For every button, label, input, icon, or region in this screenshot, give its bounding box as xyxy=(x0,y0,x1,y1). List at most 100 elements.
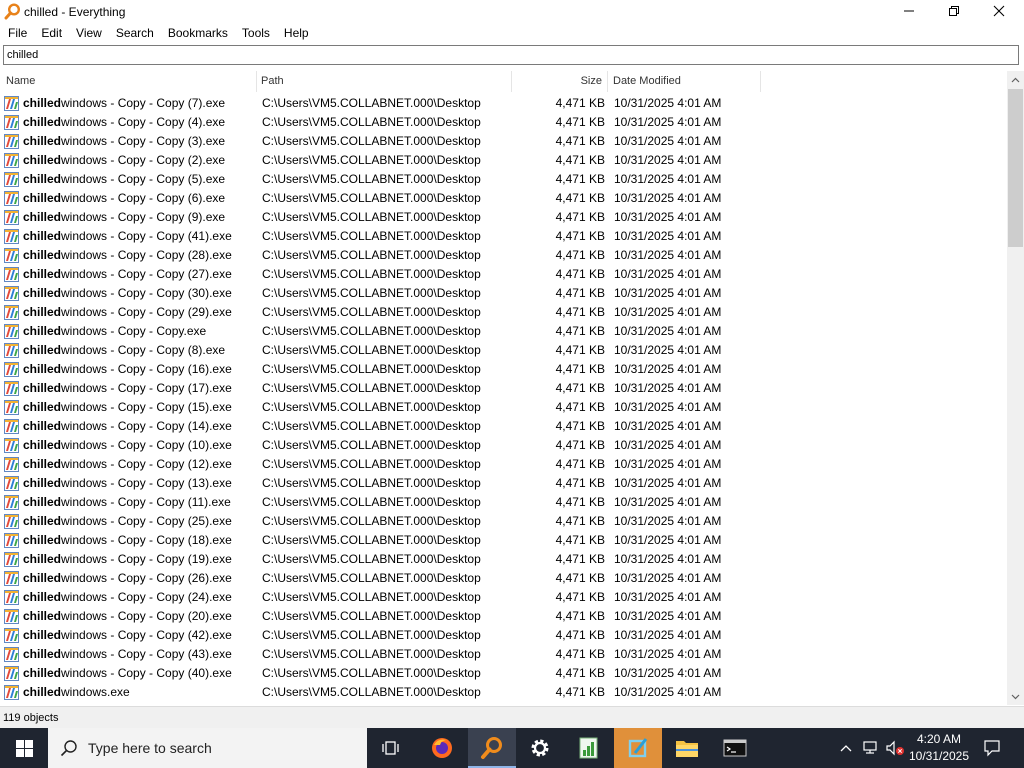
column-divider[interactable] xyxy=(256,71,257,92)
table-row[interactable]: chilledwindows - Copy - Copy (5).exe C:\U… xyxy=(0,170,1007,189)
file-name-rest: windows - Copy - Copy (24).exe xyxy=(61,590,232,604)
task-view-button[interactable] xyxy=(368,728,416,768)
column-path-header[interactable]: Path xyxy=(261,71,284,92)
file-name: chilledwindows - Copy - Copy (16).exe xyxy=(23,360,232,379)
table-row[interactable]: chilledwindows - Copy - Copy (24).exe C:\… xyxy=(0,588,1007,607)
taskbar-file-explorer[interactable] xyxy=(663,728,711,768)
scroll-thumb[interactable] xyxy=(1008,89,1023,247)
file-name-rest: windows - Copy - Copy (8).exe xyxy=(61,343,226,357)
file-name: chilledwindows - Copy - Copy (3).exe xyxy=(23,132,225,151)
table-row[interactable]: chilledwindows - Copy - Copy (9).exe C:\U… xyxy=(0,208,1007,227)
menu-bookmarks[interactable]: Bookmarks xyxy=(161,24,235,42)
vertical-scrollbar[interactable] xyxy=(1007,71,1024,705)
taskbar-command-prompt[interactable] xyxy=(711,728,759,768)
exe-file-icon xyxy=(4,666,19,681)
file-name: chilledwindows.exe xyxy=(23,683,130,702)
menu-file[interactable]: File xyxy=(0,24,34,42)
table-row[interactable]: chilledwindows - Copy - Copy (20).exe C:\… xyxy=(0,607,1007,626)
table-row[interactable]: chilledwindows - Copy - Copy (3).exe C:\U… xyxy=(0,132,1007,151)
table-row[interactable]: chilledwindows - Copy - Copy (28).exe C:\… xyxy=(0,246,1007,265)
volume-muted-icon xyxy=(886,740,904,756)
start-button[interactable] xyxy=(0,728,48,768)
action-center-button[interactable] xyxy=(978,728,1006,768)
column-divider[interactable] xyxy=(511,71,512,92)
volume-tray[interactable] xyxy=(884,728,906,768)
table-row[interactable]: chilledwindows - Copy - Copy (4).exe C:\U… xyxy=(0,113,1007,132)
table-row[interactable]: chilledwindows - Copy - Copy (26).exe C:\… xyxy=(0,569,1007,588)
everything-app-icon xyxy=(4,3,21,20)
table-row[interactable]: chilledwindows - Copy - Copy (12).exe C:\… xyxy=(0,455,1007,474)
column-divider[interactable] xyxy=(760,71,761,92)
taskbar-firefox[interactable] xyxy=(418,728,466,768)
taskbar-search-box[interactable]: Type here to search xyxy=(48,728,367,768)
table-row[interactable]: chilledwindows - Copy - Copy (11).exe C:\… xyxy=(0,493,1007,512)
taskbar-clock[interactable]: 4:20 AM 10/31/2025 xyxy=(904,731,974,765)
table-row[interactable]: chilledwindows - Copy - Copy (19).exe C:\… xyxy=(0,550,1007,569)
table-row[interactable]: chilledwindows.exe C:\Users\VM5.COLLABNET… xyxy=(0,683,1007,702)
file-size: 4,471 KB xyxy=(555,343,605,357)
file-name-match: chilled xyxy=(23,210,62,224)
exe-file-icon xyxy=(4,210,19,225)
file-date-modified: 10/31/2025 4:01 AM xyxy=(614,324,722,338)
table-row[interactable]: chilledwindows - Copy - Copy (43).exe C:\… xyxy=(0,645,1007,664)
file-name-match: chilled xyxy=(23,115,62,129)
table-row[interactable]: chilledwindows - Copy - Copy (42).exe C:\… xyxy=(0,626,1007,645)
menu-view[interactable]: View xyxy=(69,24,109,42)
taskbar-editor[interactable] xyxy=(614,728,662,768)
table-row[interactable]: chilledwindows - Copy - Copy (40).exe C:\… xyxy=(0,664,1007,683)
file-name: chilledwindows - Copy - Copy (42).exe xyxy=(23,626,232,645)
file-date-modified: 10/31/2025 4:01 AM xyxy=(614,514,722,528)
table-row[interactable]: chilledwindows - Copy - Copy (16).exe C:\… xyxy=(0,360,1007,379)
minimize-button[interactable] xyxy=(886,0,932,22)
show-hidden-icons-button[interactable] xyxy=(836,728,856,768)
table-row[interactable]: chilledwindows - Copy - Copy (41).exe C:\… xyxy=(0,227,1007,246)
table-row[interactable]: chilledwindows - Copy - Copy (6).exe C:\U… xyxy=(0,189,1007,208)
results-list: chilledwindows - Copy - Copy (7).exe C:\U… xyxy=(0,94,1007,704)
exe-file-icon xyxy=(4,457,19,472)
menu-edit[interactable]: Edit xyxy=(34,24,69,42)
taskbar-everything[interactable] xyxy=(468,728,516,768)
table-row[interactable]: chilledwindows - Copy - Copy (7).exe C:\U… xyxy=(0,94,1007,113)
chevron-up-icon xyxy=(1011,77,1020,82)
column-date-header[interactable]: Date Modified xyxy=(613,71,681,92)
maximize-button[interactable] xyxy=(931,0,977,22)
taskbar-notepad[interactable] xyxy=(565,728,613,768)
file-size: 4,471 KB xyxy=(555,666,605,680)
file-name: chilledwindows - Copy - Copy (9).exe xyxy=(23,208,225,227)
table-row[interactable]: chilledwindows - Copy - Copy (18).exe C:\… xyxy=(0,531,1007,550)
menu-help[interactable]: Help xyxy=(277,24,316,42)
file-date-modified: 10/31/2025 4:01 AM xyxy=(614,590,722,604)
file-name-match: chilled xyxy=(23,628,62,642)
scroll-down-button[interactable] xyxy=(1007,688,1024,705)
table-row[interactable]: chilledwindows - Copy - Copy (15).exe C:\… xyxy=(0,398,1007,417)
file-name-rest: windows - Copy - Copy (5).exe xyxy=(61,172,226,186)
taskbar-settings[interactable] xyxy=(516,728,564,768)
file-path: C:\Users\VM5.COLLABNET.000\Desktop xyxy=(262,685,481,699)
table-row[interactable]: chilledwindows - Copy - Copy (17).exe C:\… xyxy=(0,379,1007,398)
table-row[interactable]: chilledwindows - Copy - Copy (10).exe C:\… xyxy=(0,436,1007,455)
menu-search[interactable]: Search xyxy=(109,24,161,42)
menu-tools[interactable]: Tools xyxy=(235,24,277,42)
file-name-match: chilled xyxy=(23,96,62,110)
table-row[interactable]: chilledwindows - Copy - Copy (14).exe C:\… xyxy=(0,417,1007,436)
table-row[interactable]: chilledwindows - Copy - Copy.exe C:\Users… xyxy=(0,322,1007,341)
file-name: chilledwindows - Copy - Copy (4).exe xyxy=(23,113,225,132)
file-size: 4,471 KB xyxy=(555,153,605,167)
table-row[interactable]: chilledwindows - Copy - Copy (25).exe C:\… xyxy=(0,512,1007,531)
column-divider[interactable] xyxy=(607,71,608,92)
title-bar: chilled - Everything xyxy=(0,0,1024,24)
network-tray[interactable] xyxy=(860,728,882,768)
table-row[interactable]: chilledwindows - Copy - Copy (27).exe C:\… xyxy=(0,265,1007,284)
column-size-header[interactable]: Size xyxy=(520,71,602,92)
table-row[interactable]: chilledwindows - Copy - Copy (29).exe C:\… xyxy=(0,303,1007,322)
file-name: chilledwindows - Copy - Copy (13).exe xyxy=(23,474,232,493)
file-date-modified: 10/31/2025 4:01 AM xyxy=(614,666,722,680)
table-row[interactable]: chilledwindows - Copy - Copy (30).exe C:\… xyxy=(0,284,1007,303)
scroll-up-button[interactable] xyxy=(1007,71,1024,88)
table-row[interactable]: chilledwindows - Copy - Copy (13).exe C:\… xyxy=(0,474,1007,493)
close-button[interactable] xyxy=(976,0,1022,22)
search-input[interactable] xyxy=(4,46,1021,64)
table-row[interactable]: chilledwindows - Copy - Copy (8).exe C:\U… xyxy=(0,341,1007,360)
table-row[interactable]: chilledwindows - Copy - Copy (2).exe C:\U… xyxy=(0,151,1007,170)
column-name-header[interactable]: Name xyxy=(6,71,35,92)
